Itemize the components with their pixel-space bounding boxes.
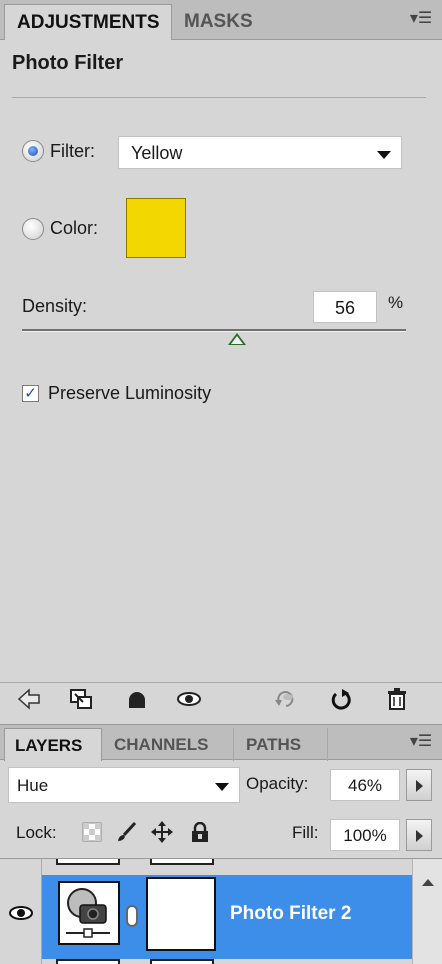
filter-radio[interactable] bbox=[22, 140, 44, 162]
panel-menu-icon[interactable]: ▾☰ bbox=[408, 8, 434, 30]
density-slider-track[interactable] bbox=[22, 329, 406, 332]
adjustment-title: Photo Filter bbox=[12, 52, 124, 74]
filter-select[interactable]: Yellow bbox=[118, 136, 402, 169]
panel-menu-icon[interactable]: ▾☰ bbox=[408, 731, 434, 753]
layer-mask-thumbnail[interactable] bbox=[146, 877, 216, 951]
adjustments-tabbar: ADJUSTMENTS MASKS ▾☰ bbox=[0, 0, 442, 40]
tab-paths[interactable]: PATHS bbox=[236, 728, 328, 761]
lock-label: Lock: bbox=[16, 823, 57, 842]
fill-input[interactable]: 100% bbox=[330, 819, 400, 851]
lock-transparent-icon[interactable] bbox=[80, 819, 104, 845]
photo-filter-icon bbox=[66, 888, 110, 938]
lock-all-icon[interactable] bbox=[188, 819, 212, 845]
fill-slider-button[interactable] bbox=[406, 819, 432, 851]
back-arrow-icon[interactable] bbox=[16, 687, 42, 711]
blend-mode-select[interactable]: Hue bbox=[8, 767, 240, 803]
layer-name[interactable]: Photo Filter 2 bbox=[230, 903, 351, 925]
density-unit: % bbox=[388, 293, 404, 312]
layer-mask-thumbnail bbox=[150, 859, 214, 865]
preserve-luminosity-checkbox[interactable]: ✓ bbox=[22, 385, 39, 402]
layer-list: Photo Filter 2 bbox=[0, 858, 442, 964]
color-radio-label: Color: bbox=[50, 218, 99, 238]
layer-mask-thumbnail bbox=[150, 959, 214, 964]
eye-icon[interactable] bbox=[8, 905, 34, 921]
reset-icon[interactable] bbox=[328, 687, 354, 711]
density-label: Density: bbox=[22, 296, 88, 316]
scroll-up-icon[interactable] bbox=[422, 879, 434, 886]
blend-mode-value: Hue bbox=[17, 776, 49, 795]
mask-toggle-icon[interactable] bbox=[124, 687, 150, 711]
color-swatch[interactable] bbox=[126, 198, 186, 258]
layers-scrollbar[interactable] bbox=[412, 859, 442, 964]
lock-image-icon[interactable] bbox=[114, 819, 138, 845]
density-slider-thumb[interactable] bbox=[228, 333, 247, 345]
chevron-down-icon bbox=[215, 783, 229, 791]
layers-tabbar: LAYERS CHANNELS PATHS ▾☰ bbox=[0, 724, 442, 761]
clip-to-layer-icon[interactable] bbox=[68, 687, 94, 711]
lock-position-icon[interactable] bbox=[150, 819, 174, 845]
adjustments-bottom-toolbar bbox=[0, 682, 442, 714]
preserve-luminosity-label: Preserve Luminosity bbox=[48, 383, 212, 403]
tab-adjustments[interactable]: ADJUSTMENTS bbox=[4, 4, 172, 40]
view-previous-state-icon[interactable] bbox=[272, 687, 298, 711]
color-radio[interactable] bbox=[22, 218, 44, 240]
tab-layers[interactable]: LAYERS bbox=[4, 728, 102, 761]
link-icon[interactable] bbox=[126, 905, 138, 927]
filter-select-value: Yellow bbox=[131, 143, 183, 163]
divider bbox=[12, 97, 426, 98]
tab-channels[interactable]: CHANNELS bbox=[104, 728, 234, 761]
visibility-eye-icon[interactable] bbox=[176, 687, 202, 711]
layer-thumbnail bbox=[56, 959, 120, 964]
chevron-down-icon bbox=[377, 151, 391, 159]
filter-radio-label: Filter: bbox=[50, 141, 95, 161]
layer-row-selected[interactable]: Photo Filter 2 bbox=[42, 875, 412, 959]
opacity-input[interactable]: 46% bbox=[330, 769, 400, 801]
fill-label: Fill: bbox=[292, 823, 319, 842]
tab-masks[interactable]: MASKS bbox=[172, 4, 280, 40]
adjustment-layer-thumbnail bbox=[58, 881, 120, 945]
layer-thumbnail bbox=[56, 859, 120, 865]
trash-icon[interactable] bbox=[384, 687, 410, 711]
opacity-slider-button[interactable] bbox=[406, 769, 432, 801]
opacity-label: Opacity: bbox=[246, 774, 309, 793]
density-input[interactable]: 56 bbox=[313, 291, 377, 323]
